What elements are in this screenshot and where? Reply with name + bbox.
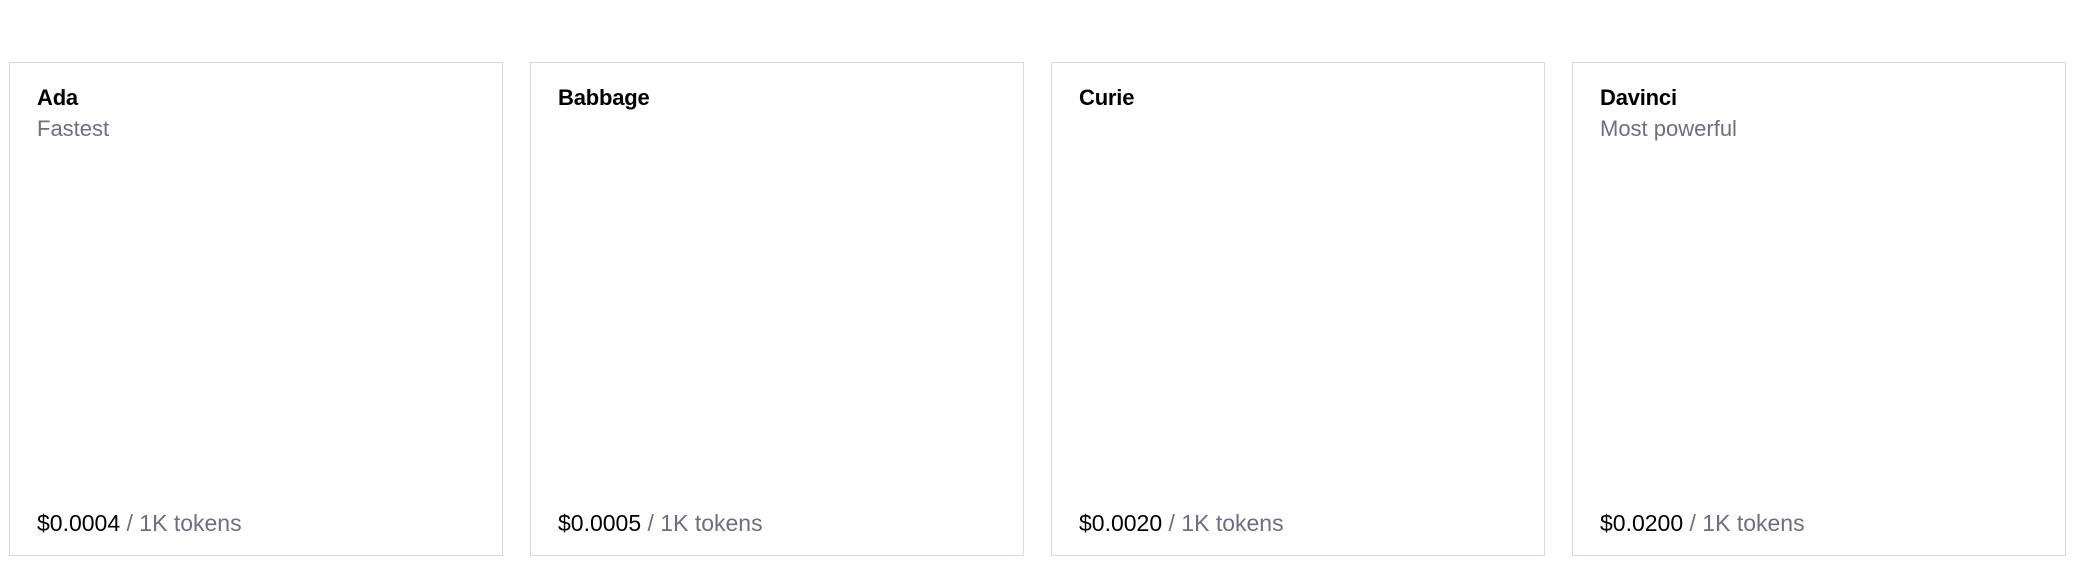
model-price: $0.0020 / 1K tokens — [1079, 510, 1284, 537]
price-unit: / 1K tokens — [1683, 510, 1805, 536]
model-price: $0.0004 / 1K tokens — [37, 510, 242, 537]
model-tagline: Fastest — [37, 116, 110, 141]
model-price: $0.0200 / 1K tokens — [1600, 510, 1805, 537]
model-price: $0.0005 / 1K tokens — [558, 510, 763, 537]
model-name: Ada — [37, 85, 78, 110]
model-name: Davinci — [1600, 85, 1677, 110]
model-tagline: Most powerful — [1600, 116, 1737, 141]
model-card-curie: Curie $0.0020 / 1K tokens — [1051, 62, 1545, 556]
model-card-ada: Ada Fastest $0.0004 / 1K tokens — [9, 62, 503, 556]
model-pricing-cards: Ada Fastest $0.0004 / 1K tokens Babbage … — [9, 62, 2066, 556]
price-amount: $0.0004 — [37, 510, 121, 536]
price-amount: $0.0020 — [1079, 510, 1163, 536]
model-name: Babbage — [558, 85, 650, 110]
model-name: Curie — [1079, 85, 1135, 110]
price-unit: / 1K tokens — [120, 510, 242, 536]
price-unit: / 1K tokens — [641, 510, 763, 536]
price-unit: / 1K tokens — [1162, 510, 1284, 536]
model-card-davinci: Davinci Most powerful $0.0200 / 1K token… — [1572, 62, 2066, 556]
model-card-babbage: Babbage $0.0005 / 1K tokens — [530, 62, 1024, 556]
price-amount: $0.0005 — [558, 510, 642, 536]
price-amount: $0.0200 — [1600, 510, 1684, 536]
